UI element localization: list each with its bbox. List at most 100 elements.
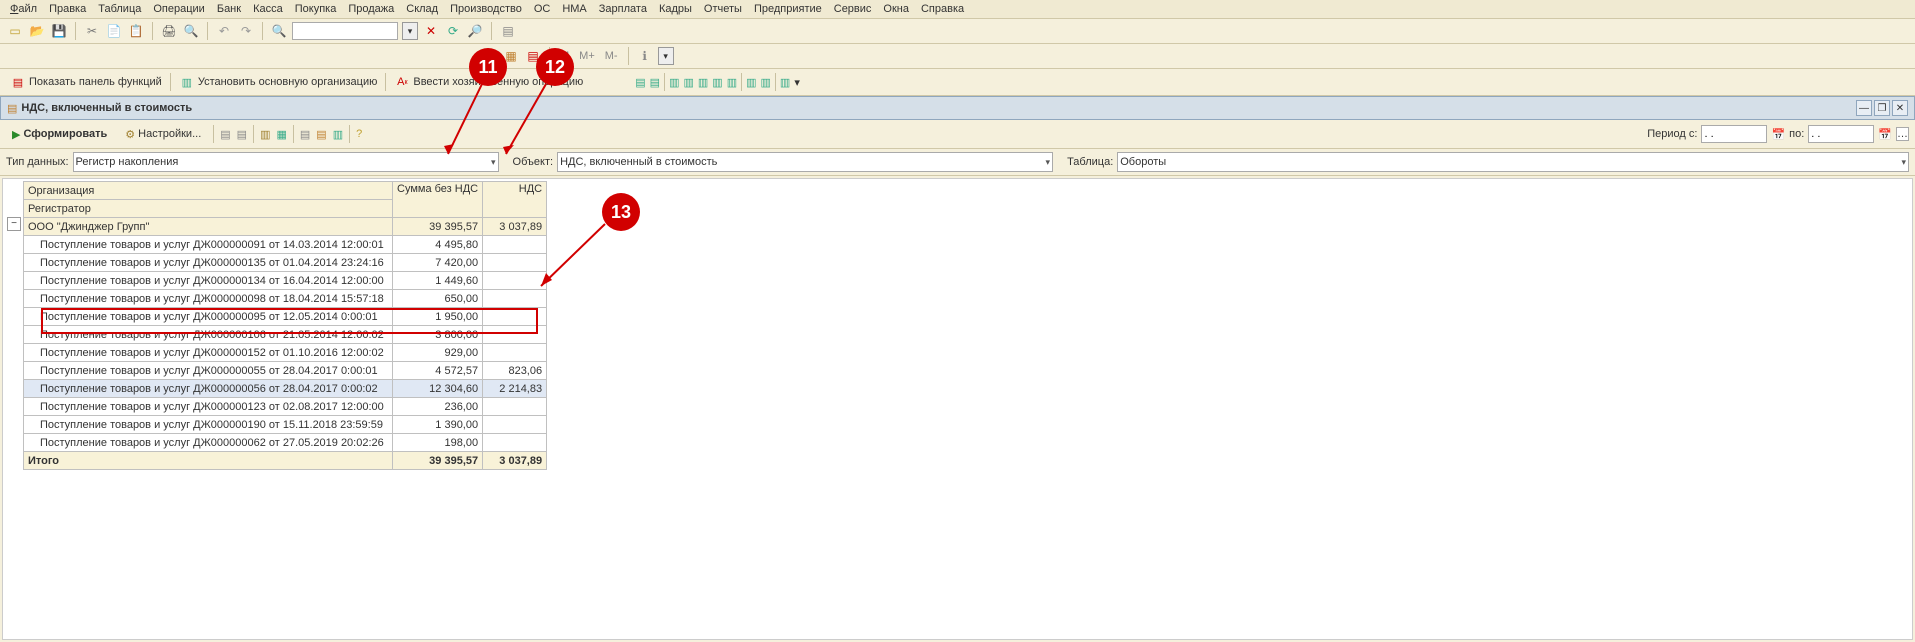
table-row[interactable]: Поступление товаров и услуг ДЖ000000123 … (24, 398, 547, 416)
ab-icon7[interactable]: ▥ (727, 76, 737, 89)
period-ext-icon[interactable]: … (1896, 127, 1909, 141)
rt-icon2[interactable]: ▤ (237, 128, 247, 141)
menu-ops[interactable]: Операции (153, 3, 204, 15)
copy-icon[interactable]: 📄 (105, 22, 123, 40)
save-icon[interactable]: 💾 (50, 22, 68, 40)
table-row[interactable]: Поступление товаров и услуг ДЖ000000190 … (24, 416, 547, 434)
menu-cash[interactable]: Касса (253, 3, 283, 15)
ab-icon4[interactable]: ▥ (683, 76, 693, 89)
table-row[interactable]: Поступление товаров и услуг ДЖ000000095 … (24, 308, 547, 326)
header-nds[interactable]: НДС (483, 182, 547, 218)
m-button[interactable]: М (557, 50, 572, 62)
window-maximize-button[interactable]: ❐ (1874, 100, 1890, 116)
menu-service[interactable]: Сервис (834, 3, 872, 15)
preview-icon[interactable]: 🔍 (182, 22, 200, 40)
search-icon[interactable]: 🔍 (270, 22, 288, 40)
search-input[interactable] (292, 22, 398, 40)
reg-cell: Поступление товаров и услуг ДЖ000000190 … (24, 416, 393, 434)
table-row[interactable]: Поступление товаров и услуг ДЖ000000098 … (24, 290, 547, 308)
sum-cell: 12 304,60 (393, 380, 483, 398)
rt-icon1[interactable]: ▤ (220, 128, 230, 141)
period-to-input[interactable] (1808, 125, 1874, 143)
menu-buy[interactable]: Покупка (295, 3, 337, 15)
ab-icon10[interactable]: ▥ (780, 76, 790, 89)
tb2-icon1[interactable]: ▦ (480, 47, 498, 65)
period-from-input[interactable] (1701, 125, 1767, 143)
find-icon[interactable]: 🔎 (466, 22, 484, 40)
tb2-icon4[interactable]: ℹ (636, 47, 654, 65)
menu-nma[interactable]: НМА (562, 3, 586, 15)
calendar-from-icon[interactable]: 📅 (1771, 128, 1785, 141)
table-row[interactable]: Поступление товаров и услуг ДЖ000000091 … (24, 236, 547, 254)
ab-icon6[interactable]: ▥ (712, 76, 722, 89)
menu-table[interactable]: Таблица (98, 3, 141, 15)
menu-hr[interactable]: Кадры (659, 3, 692, 15)
open-icon[interactable]: 📂 (28, 22, 46, 40)
menu-salary[interactable]: Зарплата (599, 3, 647, 15)
table-row[interactable]: Поступление товаров и услуг ДЖ000000056 … (24, 380, 547, 398)
table-row[interactable]: Поступление товаров и услуг ДЖ000000152 … (24, 344, 547, 362)
menu-file[interactable]: ФФайлайл (10, 3, 37, 15)
tb2-icon2[interactable]: ▦ (502, 47, 520, 65)
menu-help[interactable]: Справка (921, 3, 964, 15)
menu-prod[interactable]: Производство (450, 3, 522, 15)
table-row[interactable]: Поступление товаров и услуг ДЖ000000135 … (24, 254, 547, 272)
menu-edit[interactable]: Правка (49, 3, 86, 15)
menu-bank[interactable]: Банк (217, 3, 241, 15)
rt-icon7[interactable]: ▥ (333, 128, 343, 141)
tb2-icon3[interactable]: ▤ (524, 47, 542, 65)
ab-icon1[interactable]: ▤ (635, 76, 645, 89)
undo-icon[interactable]: ↶ (215, 22, 233, 40)
menu-windows[interactable]: Окна (883, 3, 909, 15)
ab-icon2[interactable]: ▤ (650, 76, 660, 89)
tree-collapse-button[interactable]: − (7, 217, 21, 231)
rt-icon3[interactable]: ▥ (260, 128, 270, 141)
refresh-icon[interactable]: ⟳ (444, 22, 462, 40)
main-toolbar: ▭ 📂 💾 ✂ 📄 📋 🖨 🔍 ↶ ↷ 🔍 ▾ ✕ ⟳ 🔎 ▤ (0, 19, 1915, 44)
table-row[interactable]: Поступление товаров и услуг ДЖ000000062 … (24, 434, 547, 452)
table-row[interactable]: Поступление товаров и услуг ДЖ000000106 … (24, 326, 547, 344)
type-combo[interactable]: Регистр накопления ▾ (73, 152, 499, 172)
ab-icon8[interactable]: ▥ (746, 76, 756, 89)
menu-company[interactable]: Предприятие (754, 3, 822, 15)
group-row[interactable]: ООО "Джинджер Групп" 39 395,57 3 037,89 (24, 218, 547, 236)
print-icon[interactable]: 🖨 (160, 22, 178, 40)
calc-icon[interactable]: ▤ (499, 22, 517, 40)
m-minus-button[interactable]: М- (602, 50, 621, 62)
show-panel-button[interactable]: ▤ Показать панель функций (6, 72, 166, 92)
ab-icon5[interactable]: ▥ (698, 76, 708, 89)
m-plus-button[interactable]: М+ (576, 50, 598, 62)
tb2-dropdown[interactable]: ▾ (658, 47, 674, 65)
rt-icon4[interactable]: ▦ (276, 128, 286, 141)
window-minimize-button[interactable]: — (1856, 100, 1872, 116)
help-icon[interactable]: ? (356, 128, 362, 140)
hoz-op-button[interactable]: Ак Ввести хозяйственную операцию (390, 72, 587, 92)
form-button[interactable]: ▶ Сформировать (6, 123, 113, 145)
header-sum[interactable]: Сумма без НДС (393, 182, 483, 218)
menu-stock[interactable]: Склад (406, 3, 438, 15)
ab-icon3[interactable]: ▥ (669, 76, 679, 89)
header-reg[interactable]: Регистратор (24, 200, 393, 218)
redo-icon[interactable]: ↷ (237, 22, 255, 40)
settings-button[interactable]: ⚙ Настройки... (119, 123, 207, 145)
tab-combo[interactable]: Обороты ▾ (1117, 152, 1909, 172)
obj-combo[interactable]: НДС, включенный в стоимость ▾ (557, 152, 1053, 172)
set-org-button[interactable]: ▥ Установить основную организацию (175, 72, 382, 92)
table-row[interactable]: Поступление товаров и услуг ДЖ000000134 … (24, 272, 547, 290)
menu-sell[interactable]: Продажа (348, 3, 394, 15)
ab-dropdown[interactable]: ▾ (794, 76, 800, 89)
paste-icon[interactable]: 📋 (127, 22, 145, 40)
cut-icon[interactable]: ✂ (83, 22, 101, 40)
ab-icon9[interactable]: ▥ (761, 76, 771, 89)
new-doc-icon[interactable]: ▭ (6, 22, 24, 40)
menu-os[interactable]: ОС (534, 3, 551, 15)
clear-search-icon[interactable]: ✕ (422, 22, 440, 40)
search-dropdown[interactable]: ▾ (402, 22, 418, 40)
header-org[interactable]: Организация (24, 182, 393, 200)
menu-reports[interactable]: Отчеты (704, 3, 742, 15)
table-row[interactable]: Поступление товаров и услуг ДЖ000000055 … (24, 362, 547, 380)
calendar-to-icon[interactable]: 📅 (1878, 128, 1892, 141)
rt-icon6[interactable]: ▤ (316, 128, 326, 141)
window-close-button[interactable]: ✕ (1892, 100, 1908, 116)
rt-icon5[interactable]: ▤ (300, 128, 310, 141)
